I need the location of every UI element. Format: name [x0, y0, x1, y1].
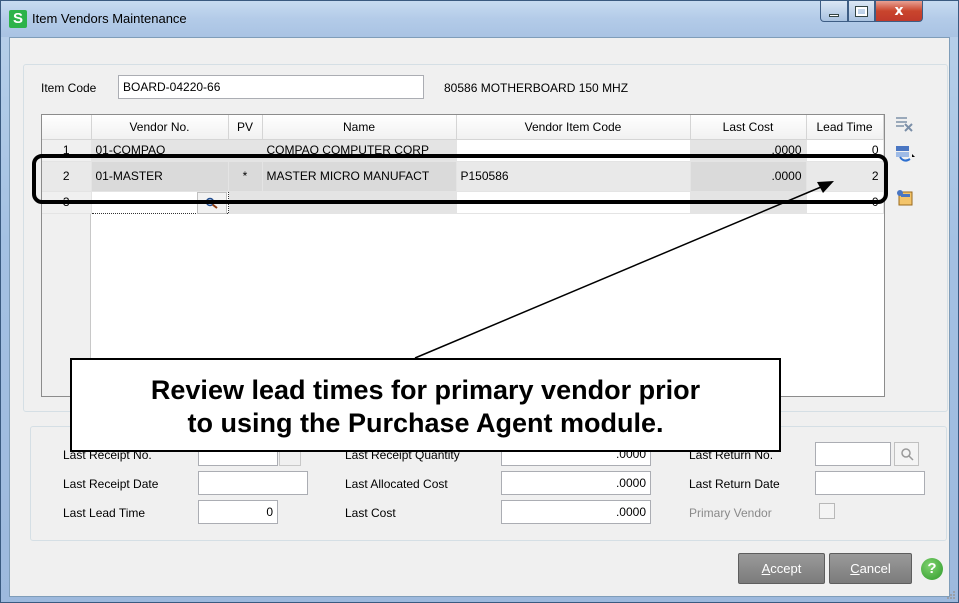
callout-box: Review lead times for primary vendor pri…	[70, 358, 781, 452]
callout-arrow	[414, 181, 834, 359]
callout-line-1: Review lead times for primary vendor pri…	[150, 375, 701, 405]
help-icon[interactable]: ?	[921, 558, 943, 580]
callout-line-2: to using the Purchase Agent module.	[187, 408, 664, 438]
accept-button[interactable]: Accept	[738, 553, 825, 584]
cancel-button[interactable]: Cancel	[829, 553, 912, 584]
cancel-label: ancel	[859, 561, 891, 576]
app-window: S Item Vendors Maintenance x Item Code B…	[0, 0, 959, 603]
resize-grip-icon[interactable]	[943, 589, 957, 601]
callout-text: Review lead times for primary vendor pri…	[72, 374, 779, 440]
accept-label: ccept	[770, 561, 802, 576]
accept-accelerator: A	[761, 561, 771, 576]
cancel-accelerator: C	[850, 561, 860, 576]
